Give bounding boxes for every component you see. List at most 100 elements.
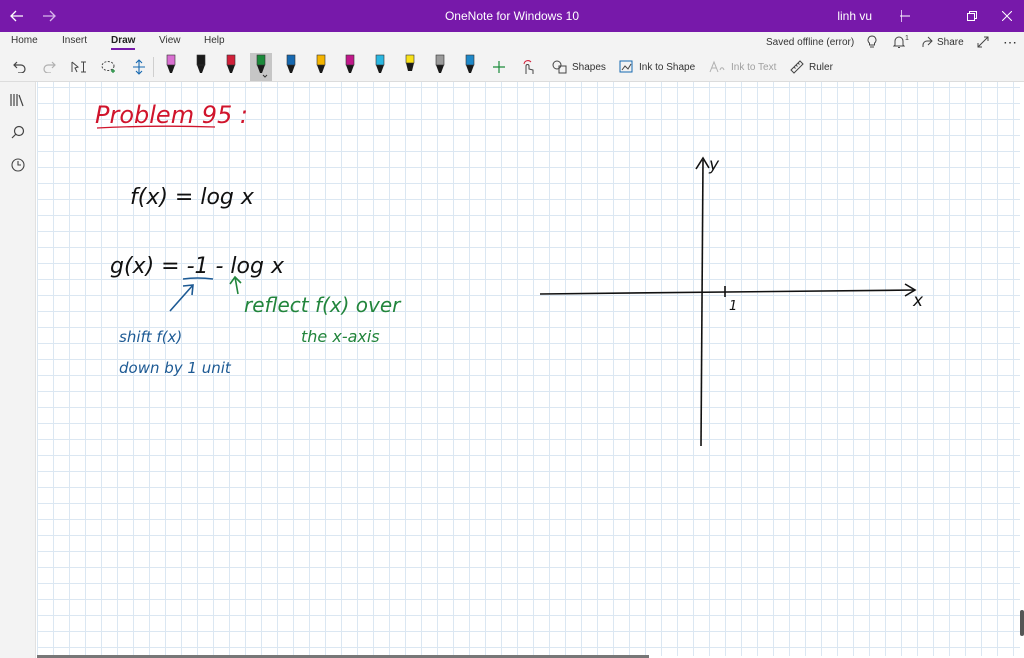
expand-icon (977, 36, 989, 48)
shapes-button[interactable]: Shapes (552, 54, 606, 80)
pen-icon (166, 54, 176, 73)
reflect-arrow (229, 275, 242, 295)
share-button[interactable]: Share (921, 32, 964, 52)
tab-draw[interactable]: Draw (111, 34, 136, 50)
y-axis (700, 159, 704, 447)
ink-to-shape-label: Ink to Shape (639, 61, 696, 73)
notebooks-icon (10, 94, 24, 107)
pen-icon (435, 54, 445, 73)
back-button[interactable] (0, 0, 34, 32)
tab-insert[interactable]: Insert (62, 34, 87, 50)
sync-status[interactable]: Saved offline (error) (766, 32, 854, 52)
search-icon (11, 125, 25, 139)
x-tick-label: 1 (729, 299, 737, 314)
tab-help[interactable]: Help (204, 34, 225, 50)
x-axis-label: x (912, 291, 924, 311)
shift-arrow (169, 284, 194, 312)
pen-1[interactable] (160, 53, 182, 81)
shapes-icon (552, 60, 567, 74)
pen-11[interactable] (459, 53, 481, 81)
bell-icon (893, 36, 905, 48)
note-canvas[interactable]: Problem 95 : f(x) = log x g(x) = -1 - lo… (37, 82, 1020, 656)
pen-6[interactable] (310, 53, 332, 81)
title-bar: OneNote for Windows 10 linh vu (0, 0, 1024, 32)
annotation-reflect-line2: the x-axis (301, 327, 380, 346)
lightbulb-icon (867, 35, 877, 48)
pen-icon (196, 54, 206, 73)
shapes-label: Shapes (572, 61, 606, 73)
ruler-button[interactable]: Ruler (789, 54, 833, 80)
add-space-icon (133, 59, 145, 75)
pen-icon (256, 54, 268, 78)
minimize-icon (900, 15, 910, 17)
pen-4[interactable] (250, 53, 272, 81)
pen-icon (226, 54, 236, 73)
draw-toolbar: Shapes Ink to Shape Ink to Text Ruler (0, 52, 1024, 82)
pen-icon (316, 54, 326, 73)
pen-icon (286, 54, 296, 73)
notebooks-button[interactable] (6, 88, 30, 112)
g-expression: g(x) = -1 - log x (110, 254, 285, 279)
close-icon (1002, 11, 1012, 21)
ink-to-text-button[interactable]: Ink to Text (709, 54, 776, 80)
redo-button[interactable] (39, 54, 59, 80)
minimize-button[interactable] (888, 0, 922, 32)
touch-draw-icon (523, 60, 534, 74)
recent-button[interactable] (6, 153, 30, 177)
close-button[interactable] (990, 0, 1024, 32)
tab-view[interactable]: View (159, 34, 181, 50)
ribbon-tabs: Home Insert Draw View Help Saved offline… (0, 32, 1024, 52)
ink-to-text-label: Ink to Text (731, 61, 777, 73)
navigation-rail (0, 82, 36, 658)
annotation-reflect-line1: reflect f(x) over (244, 293, 402, 317)
lasso-icon (101, 61, 115, 73)
pen-10[interactable] (429, 53, 451, 81)
pen-icon (465, 54, 475, 73)
type-select-button[interactable] (69, 54, 89, 80)
pen-5[interactable] (280, 53, 302, 81)
search-button[interactable] (6, 120, 30, 144)
arrow-right-icon (43, 10, 56, 22)
annotation-shift-line1: shift f(x) (119, 328, 182, 346)
ink-to-shape-icon (619, 60, 633, 73)
clock-icon (11, 158, 25, 172)
pen-2[interactable] (190, 53, 212, 81)
pen-8[interactable] (369, 53, 391, 81)
pen-icon (405, 54, 415, 71)
restore-icon (967, 11, 977, 21)
tab-home[interactable]: Home (11, 34, 38, 50)
touch-draw-button[interactable] (518, 54, 540, 80)
user-name[interactable]: linh vu (837, 0, 872, 32)
restore-button[interactable] (955, 0, 989, 32)
text-select-icon (71, 61, 86, 73)
pen-3[interactable] (220, 53, 242, 81)
ink-layer: Problem 95 : f(x) = log x g(x) = -1 - lo… (95, 101, 924, 447)
share-icon (922, 36, 933, 47)
y-axis-label: y (708, 155, 720, 175)
ruler-label: Ruler (809, 61, 833, 73)
forward-button[interactable] (32, 0, 66, 32)
pen-7[interactable] (339, 53, 361, 81)
note-title: Problem 95 : (95, 101, 248, 129)
undo-button[interactable] (10, 54, 30, 80)
notification-count: 1 (905, 34, 909, 42)
more-icon: ⋯ (1003, 33, 1018, 50)
add-space-button[interactable] (129, 54, 149, 80)
ruler-icon (790, 60, 804, 74)
share-label: Share (937, 36, 964, 48)
pen-9[interactable] (399, 53, 421, 81)
notifications-button[interactable]: 1 (893, 32, 909, 52)
lasso-select-button[interactable] (99, 54, 119, 80)
vertical-scrollbar[interactable] (1020, 610, 1024, 636)
ink-to-shape-button[interactable]: Ink to Shape (619, 54, 695, 80)
redo-icon (43, 61, 56, 73)
arrow-left-icon (10, 10, 23, 22)
fullscreen-button[interactable] (977, 32, 989, 52)
toolbar-divider (153, 57, 154, 77)
more-options-button[interactable]: ⋯ (1003, 32, 1018, 52)
lightbulb-button[interactable] (866, 32, 878, 52)
add-pen-button[interactable] (489, 54, 509, 80)
ink-to-text-icon (709, 60, 725, 73)
annotation-shift-line2: down by 1 unit (119, 359, 232, 377)
plus-icon (493, 61, 505, 73)
